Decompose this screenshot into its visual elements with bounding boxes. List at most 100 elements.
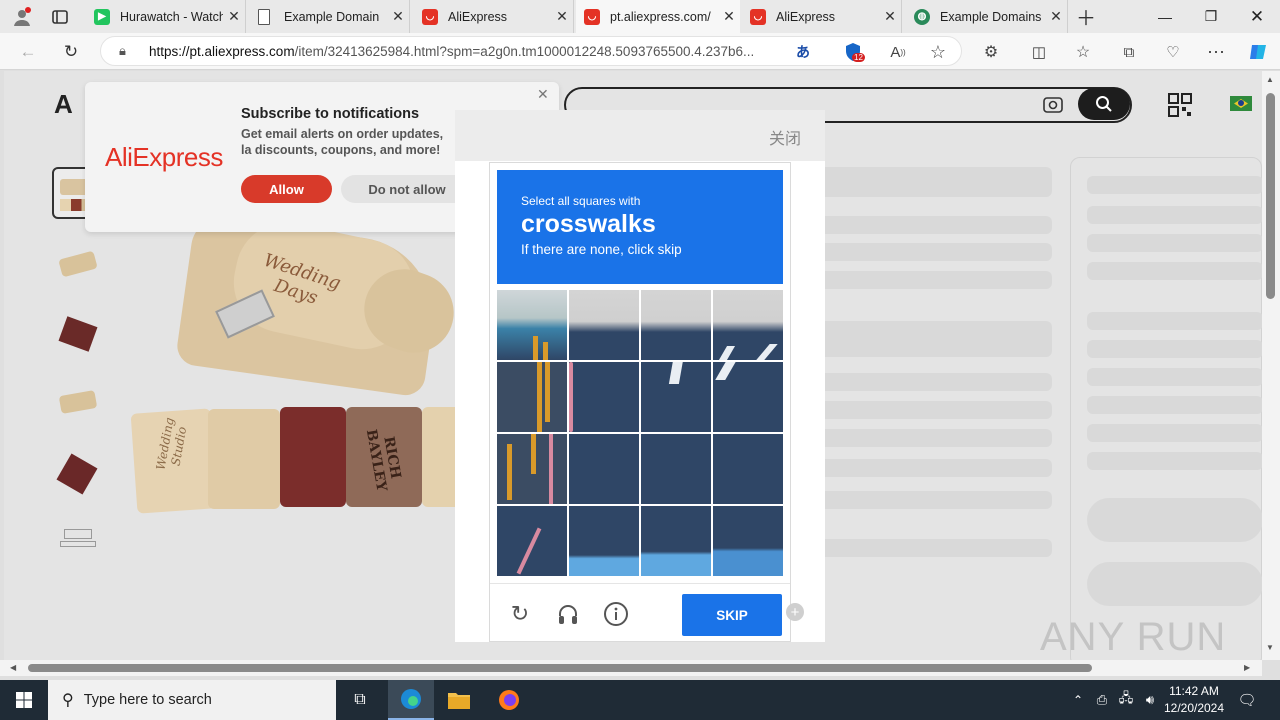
split-screen-icon[interactable]: ◫	[1028, 42, 1050, 62]
vertical-scroll-thumb[interactable]	[1266, 93, 1275, 299]
device-icon[interactable]: ⎙	[1092, 680, 1112, 720]
collections-icon[interactable]: ⧉	[1118, 42, 1140, 62]
allow-button[interactable]: Allow	[241, 175, 332, 203]
read-aloud-icon[interactable]: A))	[887, 42, 909, 62]
close-tab-icon[interactable]: ✕	[223, 8, 245, 25]
skeleton-side-panel	[1070, 157, 1262, 660]
info-icon[interactable]	[602, 600, 630, 628]
volume-icon[interactable]: 🔊︎	[1140, 680, 1160, 720]
thumbnail-6[interactable]	[60, 523, 100, 553]
aliexpress-icon: ◡	[584, 8, 600, 25]
notifications-icon[interactable]: 🗨︎	[1232, 680, 1262, 720]
captcha-image-grid	[497, 290, 783, 576]
tab-aliexpress-1[interactable]: ◡ AliExpress ✕	[414, 0, 574, 33]
network-icon[interactable]: 🖧︎	[1116, 680, 1136, 720]
notification-close-icon[interactable]: ✕	[537, 86, 549, 103]
close-tab-icon[interactable]: ✕	[387, 8, 409, 25]
captcha-tile-16[interactable]	[713, 506, 783, 576]
tab-actions-button[interactable]	[46, 4, 74, 30]
tab-example-domains[interactable]: ◍ Example Domains ✕	[906, 0, 1068, 33]
image-search-icon[interactable]	[1042, 95, 1064, 115]
captcha-tile-8[interactable]	[713, 362, 783, 432]
new-tab-button[interactable]: ＋	[1074, 4, 1098, 30]
captcha-tile-3[interactable]	[641, 290, 711, 360]
tab-pt-aliexpress[interactable]: ◡ pt.aliexpress.com/ ✕	[576, 0, 740, 33]
profile-button[interactable]	[8, 4, 36, 30]
show-hidden-icons[interactable]: ⌃	[1068, 680, 1088, 720]
captcha-tile-13[interactable]	[497, 506, 567, 576]
skeleton-line	[804, 459, 1052, 477]
captcha-close-button[interactable]: 关闭	[769, 125, 801, 149]
captcha-tile-4[interactable]	[713, 290, 783, 360]
extension-badge: 12	[852, 53, 865, 62]
captcha-tile-5[interactable]	[497, 362, 567, 432]
skip-button[interactable]: SKIP	[682, 594, 782, 636]
horizontal-scrollbar[interactable]: ◀ ▶	[0, 660, 1262, 676]
close-tab-icon[interactable]: ✕	[1045, 8, 1067, 25]
aliexpress-icon: ◡	[750, 8, 766, 25]
skeleton-line	[804, 216, 1052, 234]
minimize-button[interactable]: —	[1142, 0, 1188, 33]
captcha-tile-9[interactable]	[497, 434, 567, 504]
qr-code-icon[interactable]	[1168, 93, 1192, 117]
extension-shield-button[interactable]: 12	[842, 42, 865, 62]
skeleton-line	[804, 321, 1052, 357]
vertical-scrollbar[interactable]: ▲ ▼	[1262, 71, 1280, 660]
firefox-icon[interactable]	[486, 680, 532, 720]
thumbnail-3[interactable]	[54, 309, 104, 359]
more-menu-icon[interactable]: ⋯	[1205, 42, 1227, 62]
skeleton-line	[804, 373, 1052, 391]
favorites-icon[interactable]: ☆	[1072, 42, 1094, 62]
start-button[interactable]	[0, 680, 48, 720]
extensions-icon[interactable]: ⚙	[980, 42, 1002, 62]
reload-icon[interactable]: ↻	[506, 600, 534, 628]
close-window-button[interactable]: ✕	[1234, 0, 1280, 33]
captcha-tile-6[interactable]	[569, 362, 639, 432]
plus-circle-icon[interactable]: +	[786, 603, 804, 621]
system-clock[interactable]: 11:42 AM 12/20/2024	[1160, 683, 1228, 717]
captcha-challenge: Select all squares with crosswalks If th…	[489, 162, 791, 642]
performance-icon[interactable]: ♡	[1162, 42, 1184, 62]
tab-example-domain[interactable]: Example Domain ✕	[250, 0, 410, 33]
captcha-tile-12[interactable]	[713, 434, 783, 504]
translate-icon[interactable]: あ	[792, 42, 814, 62]
task-view-icon[interactable]: ⧉	[338, 680, 382, 720]
audio-challenge-icon[interactable]	[554, 600, 582, 628]
thumbnail-5[interactable]	[54, 449, 104, 499]
captcha-tile-14[interactable]	[569, 506, 639, 576]
tab-aliexpress-2[interactable]: ◡ AliExpress ✕	[742, 0, 902, 33]
captcha-tile-10[interactable]	[569, 434, 639, 504]
captcha-tile-15[interactable]	[641, 506, 711, 576]
address-bar[interactable]: 🔒︎ https://pt.aliexpress.com/item/324136…	[100, 36, 962, 66]
product-main-image[interactable]: Wedding Days Wedding Studio RICH BAYLEY	[124, 213, 465, 581]
file-explorer-icon[interactable]	[436, 680, 482, 720]
taskbar-search-box[interactable]: ⚲ Type here to search	[48, 680, 336, 720]
favorite-star-icon[interactable]: ☆	[927, 42, 949, 62]
brazil-flag-icon[interactable]	[1230, 96, 1252, 111]
skeleton-line	[804, 243, 1052, 261]
copilot-icon[interactable]	[1247, 42, 1269, 62]
copilot-logo	[1250, 45, 1266, 59]
captcha-tile-2[interactable]	[569, 290, 639, 360]
close-tab-icon[interactable]: ✕	[879, 8, 901, 25]
do-not-allow-button[interactable]: Do not allow	[341, 175, 473, 203]
thumbnail-2[interactable]	[54, 239, 104, 289]
thumbnail-4[interactable]	[54, 375, 104, 425]
close-tab-icon[interactable]: ✕	[551, 8, 573, 25]
back-button[interactable]: ←	[15, 39, 41, 65]
captcha-tile-1[interactable]	[497, 290, 567, 360]
captcha-tile-7[interactable]	[641, 362, 711, 432]
refresh-button[interactable]: ↻	[58, 39, 84, 65]
close-tab-icon[interactable]: ✕	[718, 8, 740, 25]
horizontal-scroll-thumb[interactable]	[28, 664, 1092, 672]
site-search-button[interactable]	[1078, 88, 1130, 120]
tab-hurawatch[interactable]: ▶ Hurawatch - Watch ✕	[86, 0, 246, 33]
restore-button[interactable]: ❐	[1188, 0, 1234, 33]
skeleton-line	[804, 167, 1052, 197]
edge-taskbar-icon[interactable]	[388, 680, 434, 720]
toolbar: ← ↻ 🔒︎ https://pt.aliexpress.com/item/32…	[0, 33, 1280, 70]
captcha-tile-11[interactable]	[641, 434, 711, 504]
page-icon	[258, 8, 270, 25]
tab-actions-icon	[52, 10, 68, 24]
skeleton-line	[804, 401, 1052, 419]
